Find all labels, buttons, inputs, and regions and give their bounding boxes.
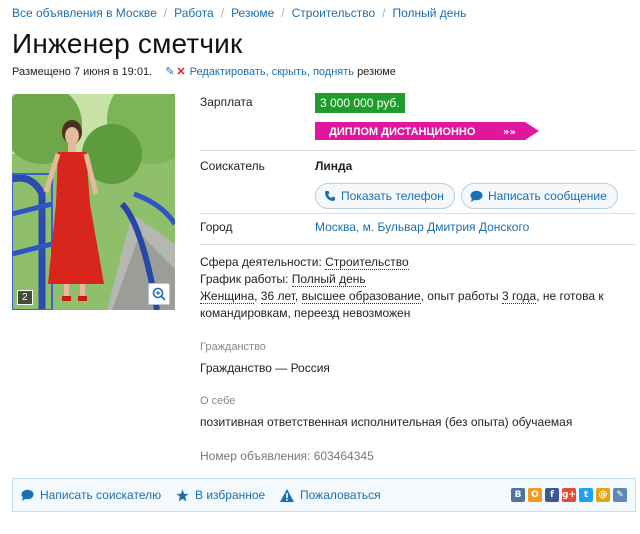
seeker-name: Линда bbox=[315, 159, 353, 173]
odnoklassniki-icon[interactable]: О bbox=[528, 488, 542, 502]
promo-text: ДИПЛОМ ДИСТАНЦИОННО bbox=[329, 126, 476, 138]
breadcrumb-work[interactable]: Работа bbox=[174, 6, 214, 20]
citizenship-value: Гражданство — Россия bbox=[200, 361, 330, 375]
age-value[interactable]: 36 лет bbox=[260, 289, 295, 304]
write-message-button[interactable]: Написать сообщение bbox=[461, 183, 618, 209]
livejournal-icon[interactable]: ✎ bbox=[613, 488, 627, 502]
divider bbox=[200, 150, 636, 151]
action-bar: Написать соискателю В избранное Пожалова… bbox=[12, 478, 636, 512]
edit-suffix: резюме bbox=[357, 66, 396, 78]
city-label: Город bbox=[200, 220, 233, 234]
experience-prefix: , опыт работы bbox=[420, 289, 503, 303]
share-buttons: В Оf g+ t @ ✎ bbox=[511, 488, 627, 502]
salary-label: Зарплата bbox=[200, 95, 253, 109]
warning-icon bbox=[280, 488, 294, 502]
breadcrumb-separator: / bbox=[163, 6, 168, 20]
edit-link[interactable]: Редактировать, скрыть, поднять bbox=[190, 66, 354, 78]
complain-label: Пожаловаться bbox=[300, 488, 381, 502]
write-seeker-link[interactable]: Написать соискателю bbox=[21, 488, 161, 502]
seeker-label: Соискатель bbox=[200, 159, 265, 173]
about-value: позитивная ответственная исполнительная … bbox=[200, 415, 573, 429]
photo-image bbox=[12, 94, 175, 310]
breadcrumb-separator: / bbox=[281, 6, 285, 20]
about-label: О себе bbox=[200, 395, 236, 407]
schedule-label: График работы: bbox=[200, 272, 292, 286]
vk-icon[interactable]: В bbox=[511, 488, 525, 502]
citizenship-label: Гражданство bbox=[200, 341, 266, 353]
favorite-label: В избранное bbox=[195, 488, 266, 502]
twitter-icon[interactable]: t bbox=[579, 488, 593, 502]
show-phone-label: Показать телефон bbox=[341, 189, 444, 203]
photo-count: 2 bbox=[17, 290, 33, 305]
mailru-icon[interactable]: @ bbox=[596, 488, 610, 502]
chevrons-icon: »» bbox=[503, 127, 516, 138]
gender-value[interactable]: Женщина bbox=[200, 289, 255, 304]
divider bbox=[200, 244, 636, 245]
phone-icon bbox=[325, 191, 335, 201]
write-seeker-label: Написать соискателю bbox=[40, 488, 162, 502]
divider bbox=[200, 213, 636, 214]
posted-date: Размещено 7 июня в 19:01. bbox=[12, 66, 153, 78]
close-icon[interactable]: ✕ bbox=[176, 66, 185, 78]
city-link[interactable]: Москва, м. Бульвар Дмитрия Донского bbox=[315, 220, 529, 234]
education-value[interactable]: высшее образование bbox=[301, 289, 421, 304]
page-title: Инженер сметчик bbox=[12, 28, 243, 59]
favorite-link[interactable]: В избранное bbox=[176, 488, 265, 502]
breadcrumb-full-day[interactable]: Полный день bbox=[392, 6, 466, 20]
schedule-value[interactable]: Полный день bbox=[291, 272, 366, 287]
complain-link[interactable]: Пожаловаться bbox=[280, 488, 381, 502]
breadcrumb: Все объявления в Москве / Работа / Резюме / Ст… bbox=[12, 6, 466, 20]
experience-value[interactable]: 3 года bbox=[502, 289, 537, 304]
promo-banner[interactable]: ДИПЛОМ ДИСТАНЦИОННО »» bbox=[315, 122, 539, 140]
breadcrumb-resume[interactable]: Резюме bbox=[231, 6, 274, 20]
breadcrumb-all-ads[interactable]: Все объявления в Москве bbox=[12, 6, 157, 20]
posted-info: Размещено 7 июня в 19:01. ✎ ✕ Редактироват… bbox=[12, 65, 396, 78]
zoom-icon[interactable] bbox=[148, 283, 170, 305]
ad-number: Номер объявления: 603464345 bbox=[200, 449, 374, 463]
breadcrumb-construction[interactable]: Строительство bbox=[292, 6, 376, 20]
pencil-icon[interactable]: ✎ bbox=[165, 66, 174, 78]
google-plus-icon[interactable]: g+ bbox=[562, 488, 576, 502]
salary-value: 3 000 000 руб. bbox=[315, 93, 405, 113]
sphere-label: Сфера деятельности: bbox=[200, 255, 326, 269]
resume-photo[interactable]: 2 bbox=[12, 94, 175, 310]
sphere-value[interactable]: Строительство bbox=[325, 255, 409, 270]
message-icon bbox=[21, 489, 34, 501]
breadcrumb-separator: / bbox=[220, 6, 225, 20]
breadcrumb-separator: / bbox=[382, 6, 386, 20]
resume-details: Сфера деятельности: Строительство График… bbox=[200, 255, 604, 320]
message-icon bbox=[470, 190, 483, 202]
facebook-icon[interactable]: f bbox=[545, 488, 559, 502]
show-phone-button[interactable]: Показать телефон bbox=[315, 183, 455, 209]
write-message-label: Написать сообщение bbox=[488, 189, 607, 203]
star-icon bbox=[176, 489, 189, 501]
